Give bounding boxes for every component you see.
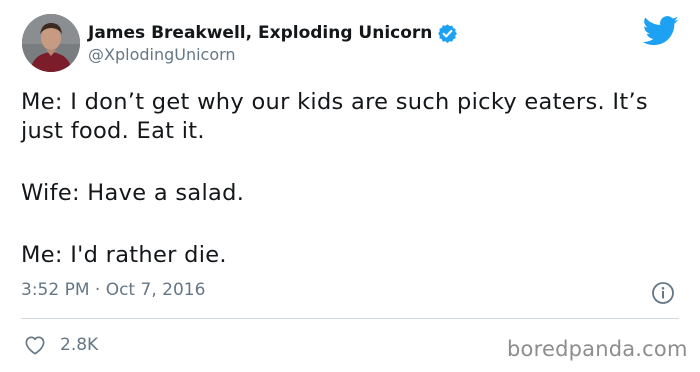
avatar-photo-icon — [22, 14, 80, 72]
info-icon[interactable] — [651, 281, 675, 305]
tweet-card: James Breakwell, Exploding Unicorn @Xplo… — [0, 0, 700, 372]
author-display-name[interactable]: James Breakwell, Exploding Unicorn — [88, 23, 432, 43]
heart-icon[interactable] — [24, 335, 46, 355]
avatar[interactable] — [22, 14, 80, 72]
tweet-line: Me: I'd rather die. — [21, 242, 227, 268]
divider — [21, 318, 679, 319]
verified-badge-icon — [437, 23, 458, 44]
twitter-bird-icon[interactable] — [642, 16, 679, 46]
author-name-row: James Breakwell, Exploding Unicorn — [88, 21, 458, 45]
tweet-line: Wife: Have a salad. — [21, 180, 245, 206]
like-button[interactable]: 2.8K — [24, 333, 98, 357]
watermark: boredpanda.com — [507, 337, 688, 361]
like-count: 2.8K — [60, 335, 99, 355]
tweet-text: Me: I don’t get why our kids are such pi… — [21, 88, 681, 270]
tweet-timestamp[interactable]: 3:52 PM · Oct 7, 2016 — [21, 280, 205, 300]
author-handle[interactable]: @XplodingUnicorn — [88, 45, 236, 64]
tweet-line: Me: I don’t get why our kids are such pi… — [21, 89, 648, 144]
